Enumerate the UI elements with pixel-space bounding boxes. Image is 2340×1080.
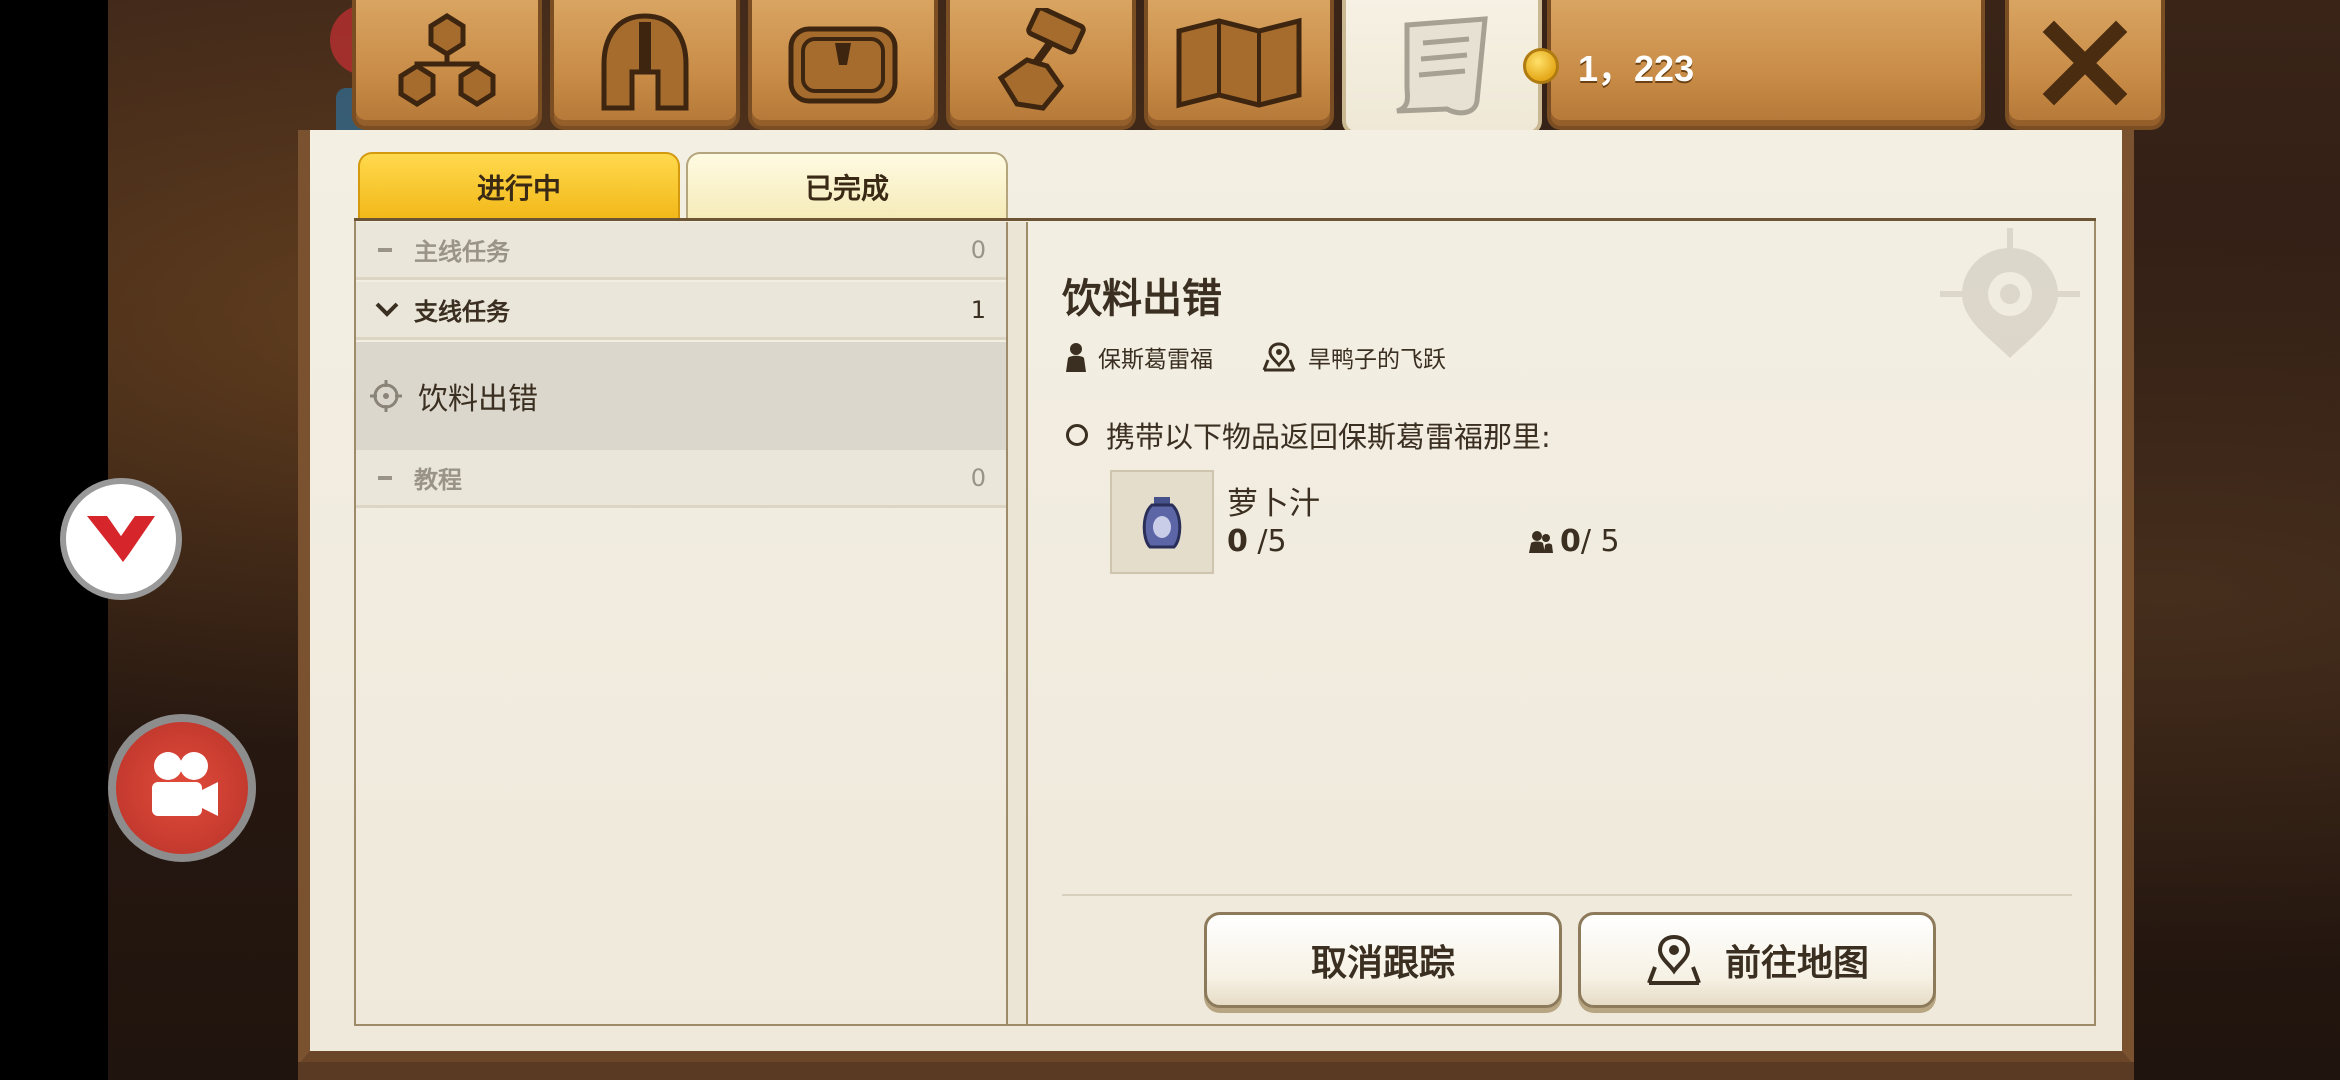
hammer-hand-icon	[997, 8, 1086, 111]
item-have: 0	[1227, 524, 1248, 559]
detail-divider	[1062, 894, 2072, 896]
quest-location: 旱鸭子的飞跃	[1262, 340, 1446, 374]
go-to-map-button[interactable]: 前往地图	[1578, 912, 1936, 1008]
tab-skill-tree[interactable]	[352, 0, 542, 130]
close-button[interactable]	[2005, 0, 2165, 130]
party-icon	[1529, 530, 1553, 553]
gold-amount: 1，223	[1578, 48, 1695, 89]
quest-item-selected[interactable]: 饮料出错	[356, 342, 1006, 450]
location-target-watermark-icon	[1940, 228, 2080, 358]
chevron-down-icon	[375, 302, 399, 317]
content-frame-divider	[354, 218, 2096, 221]
untrack-button[interactable]: 取消跟踪	[1204, 912, 1562, 1008]
tracking-target-icon	[370, 380, 402, 412]
quest-location-name: 旱鸭子的飞跃	[1308, 347, 1446, 373]
tab-inventory[interactable]	[748, 0, 938, 130]
skill-tree-icon	[398, 13, 496, 107]
objective-status-icon	[1066, 424, 1088, 446]
untrack-button-label: 取消跟踪	[1310, 943, 1455, 984]
category-count: 1	[970, 295, 986, 324]
party-have: 0	[1560, 524, 1581, 559]
quest-item-label: 饮料出错	[418, 382, 538, 417]
tab-map[interactable]	[1144, 0, 1334, 130]
quest-giver: 保斯葛雷福	[1064, 340, 1213, 374]
party-need: / 5	[1580, 524, 1620, 559]
category-label: 主线任务	[414, 238, 510, 266]
video-camera-icon	[152, 752, 218, 816]
collapse-dash-icon	[378, 475, 392, 480]
item-progress: 0 /5	[1227, 524, 1287, 559]
item-need: /5	[1247, 524, 1287, 559]
y-logo-icon	[87, 516, 155, 562]
item-slot[interactable]	[1110, 470, 1214, 574]
bag-icon	[788, 26, 898, 104]
quest-title: 饮料出错	[1062, 276, 1222, 322]
category-main-quests[interactable]: 主线任务 0	[356, 222, 1006, 280]
map-pin-icon	[1262, 342, 1296, 372]
screen-record-button[interactable]	[108, 714, 256, 862]
quest-objective: 携带以下物品返回保斯葛雷福那里:	[1066, 414, 1551, 456]
quest-detail: 饮料出错 保斯葛雷福 旱鸭子的飞跃 携带以下物品返回保斯葛雷福那里: 萝卜汁 0…	[1030, 222, 2094, 1022]
close-x-icon	[2042, 20, 2128, 106]
quest-giver-name: 保斯葛雷福	[1098, 347, 1213, 373]
quest-scroll-icon	[1396, 15, 1488, 115]
item-name: 萝卜汁	[1227, 486, 1320, 522]
overlay-app-button[interactable]	[60, 478, 182, 600]
go-to-map-button-label: 前往地图	[1724, 943, 1869, 984]
objective-text: 携带以下物品返回保斯葛雷福那里:	[1106, 420, 1551, 454]
map-icon	[1176, 17, 1302, 109]
category-count: 0	[970, 463, 986, 492]
panel-bottom-edge	[298, 1062, 2134, 1080]
top-tab-bar	[280, 0, 2170, 135]
tab-in-progress[interactable]: 进行中	[358, 152, 680, 220]
gold-coin-icon	[1523, 48, 1559, 84]
category-side-quests[interactable]: 支线任务 1	[356, 282, 1006, 340]
helmet-icon	[601, 13, 689, 111]
party-progress: 0 / 5	[1528, 524, 1620, 559]
map-pin-icon	[1647, 935, 1701, 985]
person-icon	[1066, 343, 1086, 372]
category-count: 0	[970, 235, 986, 264]
category-label: 支线任务	[414, 298, 510, 326]
category-tutorial[interactable]: 教程 0	[356, 450, 1006, 508]
juice-jar-icon	[1142, 497, 1182, 549]
tab-equipment[interactable]	[550, 0, 740, 130]
tab-crafting[interactable]	[946, 0, 1136, 130]
tab-completed[interactable]: 已完成	[686, 152, 1008, 220]
list-scrollbar[interactable]	[1006, 222, 1028, 1024]
category-label: 教程	[414, 466, 462, 494]
tab-quests[interactable]	[1342, 0, 1542, 135]
collapse-dash-icon	[378, 247, 392, 252]
quest-list: 主线任务 0 支线任务 1 饮料出错 教程 0	[356, 222, 1006, 1024]
